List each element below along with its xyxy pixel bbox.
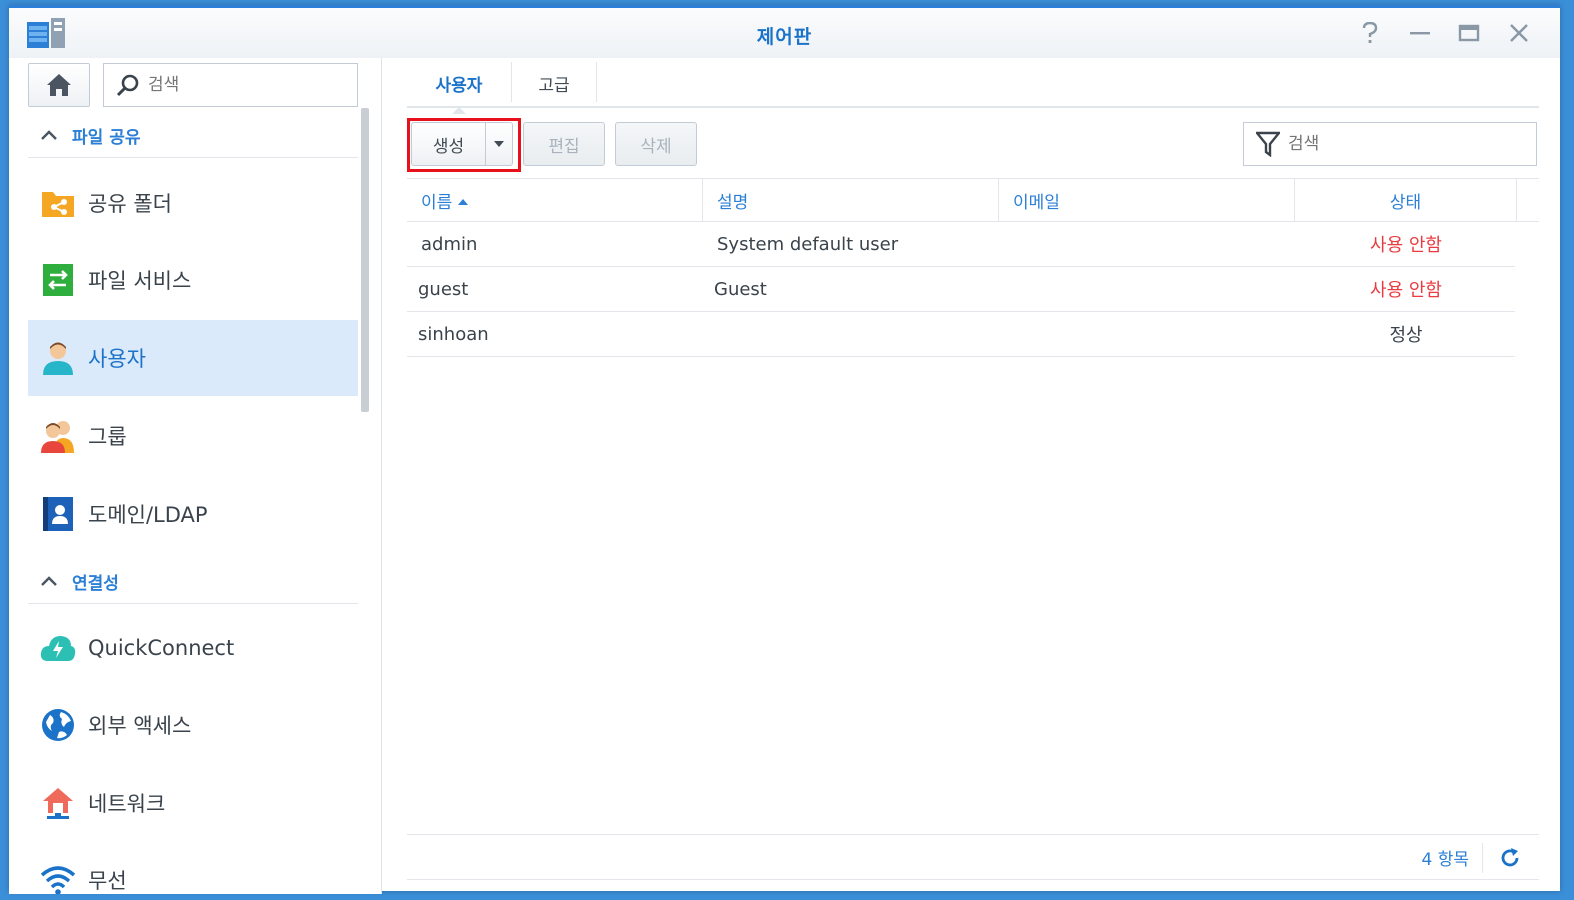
column-header-label: 이름 xyxy=(421,192,453,213)
domain-ldap-icon xyxy=(40,496,76,532)
section-file-sharing[interactable]: 파일 공유 xyxy=(28,114,358,158)
cell-status: 정상 xyxy=(1389,325,1423,346)
sidebar-item-label: 공유 폴더 xyxy=(88,192,172,216)
cell-name: sinhoan xyxy=(418,323,489,345)
sidebar-item-quickconnect[interactable]: QuickConnect xyxy=(28,610,358,686)
close-icon[interactable] xyxy=(1506,20,1532,46)
section-label: 연결성 xyxy=(72,574,119,594)
toolbar: 생성 편집 삭제 xyxy=(407,118,1539,172)
section-label: 파일 공유 xyxy=(72,128,141,148)
cell-status: 사용 안함 xyxy=(1370,235,1442,256)
help-icon[interactable] xyxy=(1357,20,1383,46)
column-header-label: 이메일 xyxy=(1013,192,1060,213)
sidebar-item-label: 무선 xyxy=(88,869,127,893)
main-panel: 사용자 고급 생성 편집 삭제 검색 이름 설명 이메일 상태 admin Sy… xyxy=(407,58,1539,894)
tab-bar: 사용자 고급 xyxy=(407,58,1539,114)
sidebar-item-label: 도메인/LDAP xyxy=(88,503,208,527)
wireless-icon xyxy=(40,862,76,894)
minimize-icon[interactable] xyxy=(1407,20,1433,46)
chevron-up-icon xyxy=(40,125,58,146)
column-header-email[interactable]: 이메일 xyxy=(999,179,1295,221)
control-panel-window: 제어판 검색 파일 공유 공유 폴더 파일 서비스 사용자 그룹 도메인/LDA… xyxy=(9,5,1560,894)
quickconnect-icon xyxy=(40,630,76,666)
sidebar-item-label: QuickConnect xyxy=(88,636,235,660)
sidebar-item-label: 네트워크 xyxy=(88,792,166,816)
column-header-description[interactable]: 설명 xyxy=(703,179,999,221)
window-title: 제어판 xyxy=(756,26,813,48)
cell-description: System default user xyxy=(717,233,899,255)
sidebar-divider xyxy=(381,58,382,894)
table-row[interactable]: guest Guest 사용 안함 xyxy=(407,267,1515,312)
home-icon xyxy=(47,74,71,96)
tab-label: 고급 xyxy=(538,75,570,96)
shared-folder-icon xyxy=(40,185,76,221)
column-header-label: 설명 xyxy=(717,192,749,213)
group-icon xyxy=(40,418,76,454)
filter-search-input[interactable] xyxy=(1288,134,1518,154)
sidebar-item-external-access[interactable]: 외부 액세스 xyxy=(28,687,358,763)
sidebar-search[interactable] xyxy=(103,63,358,107)
sidebar-scrollbar[interactable] xyxy=(361,108,369,412)
create-button-highlight xyxy=(407,118,521,172)
sidebar-item-shared-folder[interactable]: 공유 폴더 xyxy=(28,165,358,241)
maximize-icon[interactable] xyxy=(1456,20,1482,46)
table-footer: 4 항목 xyxy=(407,834,1539,880)
network-icon xyxy=(40,785,76,821)
user-table: 이름 설명 이메일 상태 admin System default user 사… xyxy=(407,178,1539,357)
table-row[interactable]: sinhoan 정상 xyxy=(407,312,1515,357)
sidebar-item-label: 사용자 xyxy=(88,347,146,371)
cell-description xyxy=(714,312,994,356)
section-connectivity[interactable]: 연결성 xyxy=(28,560,358,604)
cell-email xyxy=(1013,267,1293,311)
home-button[interactable] xyxy=(28,63,90,107)
tab-user[interactable]: 사용자 xyxy=(407,60,511,114)
cell-description: Guest xyxy=(714,278,767,300)
user-icon xyxy=(40,340,76,376)
chevron-up-icon xyxy=(40,571,58,592)
user-filter-search[interactable] xyxy=(1243,122,1537,166)
edit-button[interactable]: 편집 xyxy=(523,122,605,166)
footer-separator xyxy=(1482,843,1483,873)
tab-label: 사용자 xyxy=(435,75,483,96)
table-header: 이름 설명 이메일 상태 xyxy=(407,178,1539,222)
file-services-icon xyxy=(40,262,76,298)
sidebar-item-wireless[interactable]: 무선 xyxy=(28,842,358,894)
sidebar-item-user[interactable]: 사용자 xyxy=(28,320,358,396)
sidebar-item-file-services[interactable]: 파일 서비스 xyxy=(28,242,358,318)
refresh-icon[interactable] xyxy=(1495,843,1525,873)
title-bar[interactable]: 제어판 xyxy=(9,8,1560,58)
sidebar-item-label: 파일 서비스 xyxy=(88,269,192,293)
search-icon xyxy=(116,74,139,97)
cell-email xyxy=(1013,222,1293,266)
cell-email xyxy=(1013,312,1293,356)
sidebar-item-domain-ldap[interactable]: 도메인/LDAP xyxy=(28,476,358,552)
column-header-label: 상태 xyxy=(1389,192,1422,213)
filter-icon xyxy=(1256,131,1280,157)
sidebar: 파일 공유 공유 폴더 파일 서비스 사용자 그룹 xyxy=(9,58,381,894)
table-row[interactable]: admin System default user 사용 안함 xyxy=(407,222,1515,267)
cell-name: guest xyxy=(418,278,469,300)
sort-ascending-icon xyxy=(458,190,469,210)
cell-name: admin xyxy=(421,233,478,255)
sidebar-item-network[interactable]: 네트워크 xyxy=(28,765,358,841)
sidebar-search-input[interactable] xyxy=(148,75,338,95)
delete-button[interactable]: 삭제 xyxy=(615,122,697,166)
sidebar-item-label: 그룹 xyxy=(88,425,127,449)
tab-separator xyxy=(596,62,597,102)
column-header-status[interactable]: 상태 xyxy=(1295,179,1517,221)
external-access-icon xyxy=(40,707,76,743)
tab-advanced[interactable]: 고급 xyxy=(512,60,596,106)
column-header-name[interactable]: 이름 xyxy=(407,179,703,221)
cell-status: 사용 안함 xyxy=(1370,280,1442,301)
item-count: 4 항목 xyxy=(1421,850,1470,870)
sidebar-item-label: 외부 액세스 xyxy=(88,714,192,738)
sidebar-item-group[interactable]: 그룹 xyxy=(28,398,358,474)
